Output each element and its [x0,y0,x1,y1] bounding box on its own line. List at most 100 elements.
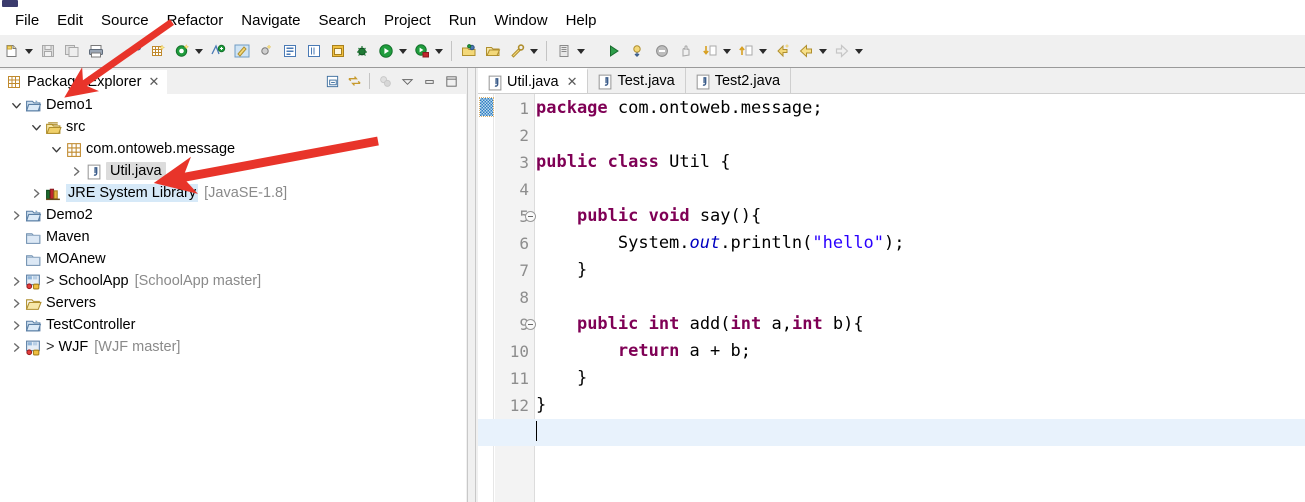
print-button[interactable] [85,39,107,63]
code-line-5[interactable]: public void say(){ [536,203,761,230]
back-history-button[interactable] [771,39,793,63]
terminate-button[interactable] [651,39,673,63]
chevron-down-icon[interactable] [24,39,34,63]
external-tools-button[interactable] [506,39,528,63]
editor-tab-test-java[interactable]: Test.java [588,68,686,94]
code-line-2[interactable] [536,122,546,149]
chevron-down-icon[interactable] [529,39,539,63]
step-into-button[interactable] [627,39,649,63]
editor-tab-test2-java[interactable]: Test2.java [685,68,792,94]
chevron-down-icon[interactable] [434,39,444,63]
link-with-editor-icon[interactable] [343,71,365,91]
chevron-down-icon[interactable] [758,39,768,63]
code-line-4[interactable] [536,176,546,203]
run-button[interactable] [375,39,397,63]
forward-arrow-button[interactable] [831,39,853,63]
project-tree[interactable]: Demo1 src com.ontoweb.message Util.java JRE … [0,94,466,502]
code-line-13[interactable] [478,419,1305,446]
code-line-11[interactable]: } [536,365,587,392]
menu-item-navigate[interactable]: Navigate [232,10,309,32]
tab-package-explorer[interactable]: Package Explorer ✕ [0,68,168,94]
tree-item-jre-system-library[interactable]: JRE System Library [JavaSE-1.8] [0,182,466,204]
menu-item-source[interactable]: Source [92,10,158,32]
save-all-button[interactable] [61,39,83,63]
resume-button[interactable] [603,39,625,63]
fold-collapse-icon[interactable] [525,211,536,222]
menu-item-help[interactable]: Help [557,10,606,32]
maximize-icon[interactable] [440,71,462,91]
fold-collapse-icon[interactable] [525,319,536,330]
tree-item-testcontroller[interactable]: TestController [0,314,466,336]
tree-item-maven[interactable]: Maven [0,226,466,248]
search-references-button[interactable] [255,39,277,63]
chevron-down-icon[interactable] [722,39,732,63]
chevron-right-icon[interactable] [28,182,44,204]
code-line-12[interactable]: } [536,392,546,419]
save-button[interactable] [37,39,59,63]
code-line-6[interactable]: System.out.println("hello"); [536,230,905,257]
toggle-mark-occurrences-button[interactable] [279,39,301,63]
tree-item-demo1[interactable]: Demo1 [0,94,466,116]
chevron-right-icon[interactable] [8,270,24,292]
tree-item-moanew[interactable]: MOAnew [0,248,466,270]
code-line-7[interactable]: } [536,257,587,284]
show-whitespace-button[interactable] [303,39,325,63]
chevron-down-icon[interactable] [398,39,408,63]
tree-item-schoolapp[interactable]: > SchoolApp [SchoolApp master] [0,270,466,292]
chevron-right-icon[interactable] [8,204,24,226]
close-icon[interactable]: ✕ [148,75,159,88]
chevron-down-icon[interactable] [48,138,64,160]
step-return-button[interactable] [735,39,757,63]
new-java-class-button[interactable] [171,39,193,63]
chevron-down-icon[interactable] [8,94,24,116]
server-button[interactable] [553,39,575,63]
menu-item-window[interactable]: Window [485,10,556,32]
java-source-editor[interactable]: 12345678910111213 package com.ontoweb.me… [478,94,1305,502]
tree-item-demo2[interactable]: Demo2 [0,204,466,226]
debug-bug-button[interactable] [351,39,373,63]
tree-item-src[interactable]: src [0,116,466,138]
tree-item-util-java[interactable]: Util.java [0,160,466,182]
code-line-3[interactable]: public class Util { [536,149,731,176]
back-arrow-button[interactable] [795,39,817,63]
minimize-icon[interactable] [418,71,440,91]
chevron-down-icon[interactable] [854,39,864,63]
chevron-right-icon[interactable] [68,160,84,182]
tree-item-com-ontoweb-message[interactable]: com.ontoweb.message [0,138,466,160]
code-line-10[interactable]: return a + b; [536,338,751,365]
open-perspective-button[interactable] [458,39,480,63]
menu-item-project[interactable]: Project [375,10,440,32]
highlight-button[interactable] [231,39,253,63]
open-type-button[interactable] [207,39,229,63]
menu-item-refactor[interactable]: Refactor [158,10,233,32]
menu-item-file[interactable]: File [6,10,48,32]
chevron-down-icon[interactable] [28,116,44,138]
step-into-arrow-button[interactable] [699,39,721,63]
tree-item-servers[interactable]: Servers [0,292,466,314]
chevron-down-icon[interactable] [194,39,204,63]
code-line-8[interactable] [536,284,546,311]
new-file-button[interactable] [1,39,23,63]
chevron-right-icon[interactable] [8,336,24,358]
tree-item-wjf[interactable]: > WJF [WJF master] [0,336,466,358]
menu-item-edit[interactable]: Edit [48,10,92,32]
chevron-right-icon[interactable] [8,292,24,314]
code-line-1[interactable]: package com.ontoweb.message; [536,95,823,122]
code-text[interactable]: package com.ontoweb.message; public clas… [478,94,1305,502]
chevron-down-icon[interactable] [818,39,828,63]
close-icon[interactable]: ✕ [567,75,578,88]
toggle-breakpoint-button[interactable] [123,39,145,63]
code-line-9[interactable]: public int add(int a,int b){ [536,311,864,338]
chevron-down-icon[interactable] [576,39,586,63]
menu-item-run[interactable]: Run [440,10,486,32]
collapse-all-icon[interactable] [321,71,343,91]
step-over-hand-button[interactable] [675,39,697,63]
debug-run-button[interactable] [411,39,433,63]
menu-item-search[interactable]: Search [309,10,375,32]
bookmark-button[interactable] [327,39,349,63]
focus-on-active-task-icon[interactable] [374,71,396,91]
pane-splitter[interactable] [466,68,478,502]
view-menu-icon[interactable] [396,71,418,91]
editor-tab-util-java[interactable]: Util.java ✕ [478,68,589,94]
open-folder-button[interactable] [482,39,504,63]
